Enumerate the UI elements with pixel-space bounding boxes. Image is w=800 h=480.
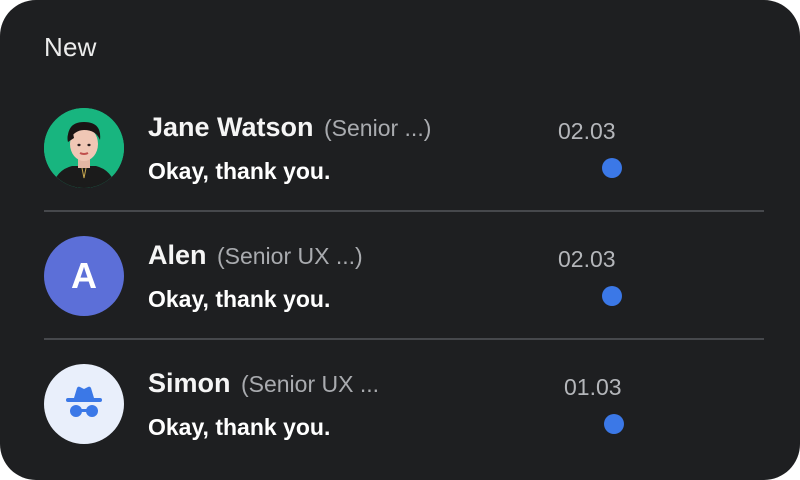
incognito-icon — [66, 386, 102, 417]
contact-name: Simon — [148, 368, 231, 398]
message-preview: Okay, thank you. — [148, 414, 331, 440]
message-item[interactable]: A Alen (Senior UX ...) Okay, thank you. … — [44, 216, 764, 344]
section-title: New — [44, 32, 97, 62]
avatar-photo — [44, 108, 124, 188]
message-date: 02.03 — [558, 118, 616, 144]
divider — [44, 338, 764, 340]
message-item[interactable]: Simon (Senior UX ... Okay, thank you. 01… — [44, 344, 764, 472]
messages-card: New Jane Watson (Senior ...) Okay, thank… — [0, 0, 800, 480]
unread-indicator — [602, 286, 622, 306]
message-date: 02.03 — [558, 246, 616, 272]
divider — [44, 210, 764, 212]
contact-name: Jane Watson — [148, 112, 314, 142]
message-preview: Okay, thank you. — [148, 158, 331, 184]
avatar-initial: A — [71, 255, 97, 296]
avatar: A — [44, 236, 124, 316]
message-item[interactable]: Jane Watson (Senior ...) Okay, thank you… — [44, 88, 764, 216]
message-preview: Okay, thank you. — [148, 286, 331, 312]
contact-role: (Senior UX ... — [240, 371, 380, 397]
message-date: 01.03 — [564, 374, 622, 400]
unread-indicator — [602, 158, 622, 178]
contact-name: Alen — [148, 240, 207, 270]
contact-role: (Senior UX ...) — [216, 243, 363, 269]
contact-role: (Senior ...) — [324, 115, 432, 141]
avatar — [44, 364, 124, 444]
avatar — [44, 108, 124, 188]
unread-indicator — [604, 414, 624, 434]
